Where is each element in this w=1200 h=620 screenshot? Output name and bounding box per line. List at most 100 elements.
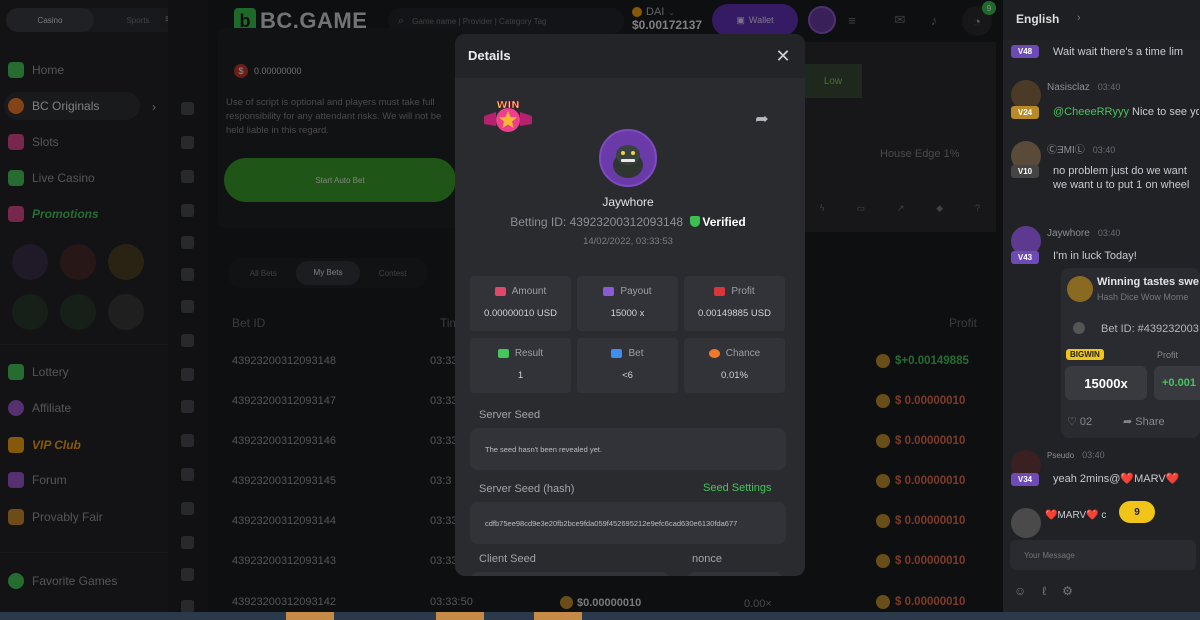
chat-time: 03:40 [1082, 450, 1105, 460]
win-card-subtitle: Hash Dice Wow Mome [1097, 292, 1189, 302]
bet-icon [1073, 322, 1085, 334]
like-button[interactable]: ♡ 02 [1067, 415, 1092, 428]
win-badge-text: WIN [496, 100, 519, 111]
verified-label: Verified [702, 215, 746, 229]
settings-icon[interactable]: ⚙ [1062, 584, 1073, 598]
chat-time: 03:40 [1097, 82, 1121, 92]
stat-value: <6 [622, 370, 633, 381]
share-icon[interactable]: ➦ [751, 108, 773, 130]
stat-value: 0.00149885 USD [698, 308, 771, 319]
chat-time: 03:40 [1092, 145, 1116, 155]
stat-value: 0.01% [721, 370, 748, 381]
chat-input[interactable] [1010, 540, 1196, 570]
level-badge: V48 [1011, 45, 1039, 58]
nonce-field[interactable] [687, 572, 783, 576]
emoji-icon[interactable]: ☺ [1014, 584, 1026, 598]
chat-message: I'm in luck Today! [1053, 250, 1137, 262]
modal-header: Details ✕ [455, 34, 805, 78]
stat-label: Chance [725, 348, 761, 359]
chevron-right-icon[interactable]: › [1077, 12, 1081, 24]
share-icon: ➦ [1123, 416, 1136, 428]
chat-message: no problem just do we want we want u to … [1053, 165, 1190, 191]
chat-username[interactable]: ⒸƎMIⓁ 03:40 [1047, 141, 1115, 156]
taskbar-item[interactable] [286, 612, 334, 620]
stat-label: Profit [731, 286, 755, 297]
server-seed-label: Server Seed [479, 409, 541, 421]
heart-icon: ♡ [1067, 416, 1080, 428]
stat-value: 1 [517, 370, 524, 381]
player-avatar-icon [613, 145, 643, 178]
like-count: 02 [1079, 416, 1093, 428]
chat-username[interactable]: Nasisclaz 03:40 [1047, 82, 1120, 93]
shared-win-card[interactable]: Winning tastes swe Hash Dice Wow Mome Be… [1061, 268, 1200, 438]
server-seed-hash-label: Server Seed (hash) [479, 483, 575, 495]
stat-label: Bet [628, 348, 644, 359]
bet-icon [611, 349, 623, 358]
close-icon[interactable]: ✕ [773, 46, 793, 66]
betting-id-line: Betting ID: 43923200312093148 Verified [455, 215, 801, 229]
stat-label: Payout [620, 286, 652, 297]
win-badge-icon: WIN [484, 100, 532, 132]
nonce-label: nonce [692, 553, 722, 565]
trophy-icon [1067, 276, 1093, 302]
chat-message: Wait wait there's a time lim [1053, 46, 1184, 58]
share-label: Share [1135, 416, 1165, 428]
os-taskbar [0, 612, 1200, 620]
chat-message: @CheeeRRyyy Nice to see yo [1053, 105, 1199, 119]
win-profit-label: Profit [1157, 350, 1179, 360]
level-badge: V34 [1011, 473, 1039, 486]
gif-icon[interactable]: ℓ [1042, 584, 1046, 598]
chance-icon [708, 349, 720, 358]
username-text: Pseudo [1047, 451, 1075, 460]
client-seed-field[interactable] [470, 572, 670, 576]
chat-input-box[interactable] [1010, 540, 1196, 570]
win-card-bet-id[interactable]: Bet ID: #439232003 [1101, 323, 1199, 335]
level-badge: V43 [1011, 251, 1039, 264]
chat-username[interactable]: Jaywhore 03:40 [1047, 228, 1120, 239]
stat-payout: Payout 15000 x [577, 276, 678, 331]
avatar[interactable] [1011, 508, 1041, 538]
username-text: Jaywhore [1047, 228, 1090, 239]
payout-icon [603, 287, 615, 296]
stat-value: 0.00000010 USD [484, 308, 557, 319]
chat-message: ❤️MARV❤️ c [1045, 510, 1107, 521]
stat-label: Amount [511, 286, 547, 297]
message-text: Nice to see yo [1128, 106, 1199, 118]
stat-bet: Bet <6 [577, 338, 678, 393]
bet-details-modal: Details ✕ WIN ➦ Jaywhore Betting ID: 439… [455, 34, 805, 576]
server-seed-hash-field[interactable]: cdfb75ee98cd9e3e20fb2bce9fda059f45269521… [470, 502, 786, 544]
stat-value: 15000 x [610, 308, 645, 319]
level-badge: V24 [1011, 106, 1039, 119]
amount-icon [494, 287, 506, 296]
player-username: Jaywhore [602, 195, 654, 209]
language-selector[interactable]: English [1016, 12, 1059, 26]
chat-header: English › [1003, 0, 1200, 40]
taskbar-item[interactable] [436, 612, 484, 620]
username-text: ⒸƎMIⓁ [1047, 145, 1085, 156]
stat-label: Result [514, 348, 544, 359]
mention[interactable]: @CheeeRRyyy [1053, 106, 1129, 118]
stat-amount: Amount 0.00000010 USD [470, 276, 571, 331]
bigwin-badge: BIGWIN [1066, 349, 1104, 360]
stat-result: Result 1 [470, 338, 571, 393]
server-seed-field[interactable]: The seed hasn't been revealed yet. [470, 428, 786, 470]
taskbar-item[interactable] [534, 612, 582, 620]
username-text: Nasisclaz [1047, 82, 1090, 93]
stat-profit: Profit 0.00149885 USD [684, 276, 785, 331]
player-avatar [599, 129, 657, 187]
result-icon [497, 349, 509, 358]
win-profit-value: +0.001 [1154, 366, 1200, 400]
profit-icon [714, 287, 726, 296]
betting-id-label: Betting ID: [510, 215, 567, 229]
chat-message: yeah 2mins@❤️MARV❤️ [1053, 473, 1180, 485]
chat-username[interactable]: Pseudo 03:40 [1047, 450, 1105, 460]
bet-date: 14/02/2022, 03:33:53 [583, 236, 673, 247]
win-multiplier: 15000x [1065, 366, 1147, 400]
client-seed-label: Client Seed [479, 553, 536, 565]
seed-settings-link[interactable]: Seed Settings [703, 482, 772, 494]
chat-tools: ☺ ℓ ⚙ [1014, 584, 1073, 598]
new-messages-count[interactable]: 9 [1119, 501, 1155, 523]
betting-id-value[interactable]: 43923200312093148 [570, 215, 683, 229]
share-button[interactable]: ➦ Share [1123, 415, 1165, 428]
modal-title: Details [468, 48, 511, 63]
